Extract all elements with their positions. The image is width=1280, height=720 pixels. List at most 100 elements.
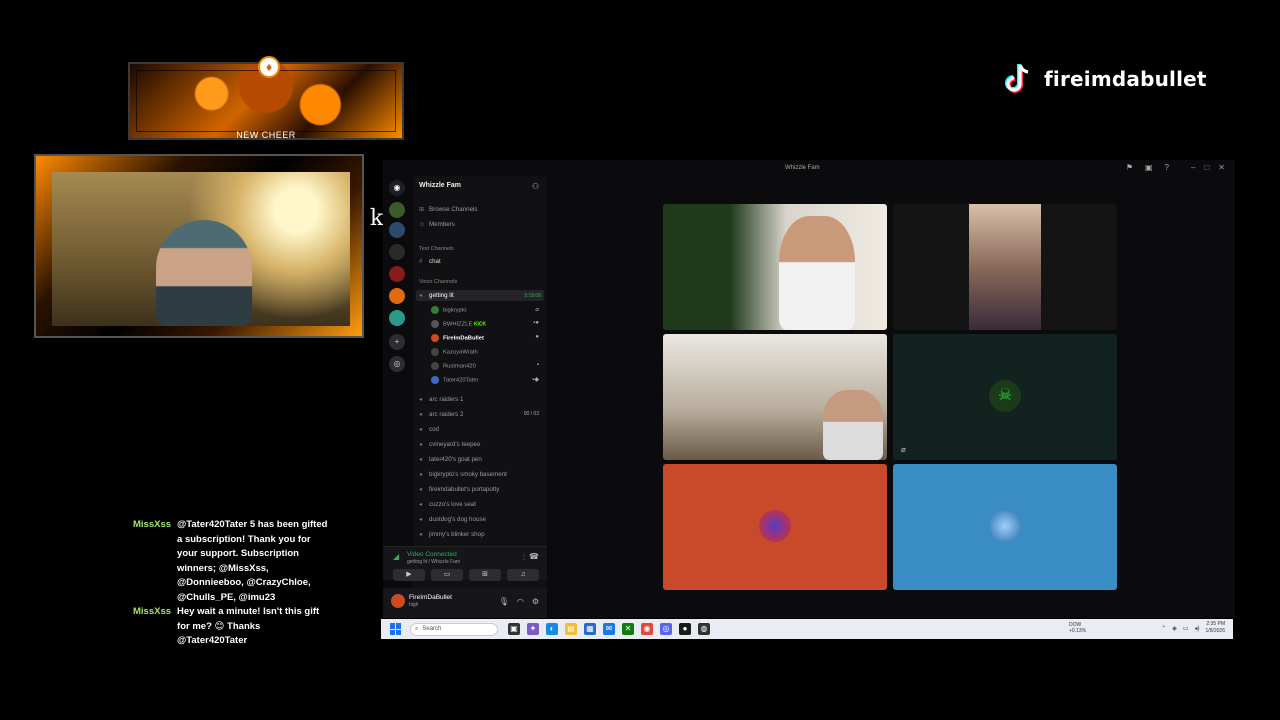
browse-channels[interactable]: ⊞ Browse Channels [419,206,478,213]
voice-channels-header[interactable]: Voice Channels [419,279,457,285]
streamer [156,220,252,326]
channel-name: fireimdabullet [1044,67,1207,91]
video-tile[interactable] [663,464,887,590]
noise-suppression-icon[interactable]: ⫶ [523,553,525,563]
browse-icon: ⊞ [419,206,425,213]
explore-icon[interactable]: ◎ [389,356,405,372]
voice-member[interactable]: Tater420Tater [431,376,478,384]
headset-icon[interactable]: ◠ [517,597,524,606]
search-input[interactable]: ⌕ Search [410,622,498,636]
voice-member[interactable]: Rustman420 [431,362,476,370]
server-icon[interactable] [389,266,405,282]
speaker-icon: ◂ [419,441,423,448]
speaker-icon: ◂ [419,292,423,299]
chevron-up-icon[interactable]: ⌃ [1161,625,1166,632]
text-channel[interactable]: # chat [419,258,441,265]
video-tile[interactable]: ☠ ⌀ [893,334,1117,460]
network-icon[interactable]: ◈ [1172,625,1177,632]
voice-channel[interactable]: ◂ cod [419,426,439,433]
microphone-icon[interactable]: 🎙︎ [499,597,509,606]
title-bar: Whizzle Fam ⚑ ▣ ? – □ ✕ [383,160,1235,176]
gear-icon[interactable]: ⚙ [532,597,539,606]
clock[interactable]: 2:35 PM 1/8/2026 [1206,621,1225,635]
add-server-icon[interactable]: + [389,334,405,350]
server-icon[interactable] [389,222,405,238]
server-icon[interactable] [389,310,405,326]
chat-username: MissXss [133,606,172,617]
chat-username: MissXss [133,519,172,530]
copilot-icon[interactable]: ✦ [527,623,539,635]
mute-icon: ⌀ [535,307,539,313]
voice-channel[interactable]: ◂ cuzzo's love seat [419,501,476,508]
video-tile[interactable] [893,204,1117,330]
taskbar: ⌕ Search ▣ ✦ ◐ ▤ ▦ ✉ ✕ ◉ ◎ ● ◍ DOW +0.13… [381,619,1233,639]
avatar [759,510,791,542]
server-icon[interactable] [389,288,405,304]
members-link[interactable]: ☺ Members [419,221,455,228]
store-icon[interactable]: ▦ [584,623,596,635]
video-tile[interactable] [663,334,887,460]
voice-member[interactable]: FireImDaBullet [431,334,484,342]
chrome-icon[interactable]: ◉ [641,623,653,635]
participant-video [969,204,1041,330]
username: FireImDaBullet [409,594,452,601]
maximize-button[interactable]: □ [1204,163,1209,172]
voice-channel[interactable]: ◂ cvineyard's teepee [419,441,480,448]
text-channels-header[interactable]: Text Channels [419,246,454,252]
voice-channel[interactable]: ◂ fireimdabullet's portapotty [419,486,499,493]
camera-icon: ▪ [536,362,539,368]
obs-icon[interactable]: ● [679,623,691,635]
voice-channel[interactable]: ◂ arc raiders 2 [419,411,463,418]
discord-icon[interactable]: ◎ [660,623,672,635]
voice-location[interactable]: getting lit / Whizzle Fam [407,559,460,565]
close-button[interactable]: ✕ [1218,163,1225,172]
voice-member[interactable]: bigkrypto [431,306,467,314]
voice-member[interactable]: KazuyaWrath [431,348,478,356]
soundboard-button[interactable]: ♫ [507,569,539,581]
signal-icon: ◢ [393,552,400,561]
voice-channel[interactable]: ◂ dustdog's dog house [419,516,486,523]
camera-button[interactable]: ▶ [393,569,425,581]
speaker-icon: ◂ [419,486,423,493]
file-explorer-icon[interactable]: ▤ [565,623,577,635]
voice-channel-active[interactable]: ◂ getting lit [419,292,454,299]
discord-home-icon[interactable]: ◉ [389,180,405,196]
guild-name[interactable]: Whizzle Fam [419,182,461,189]
avatar [431,320,439,328]
screen-share-button[interactable]: ▭ [431,569,463,581]
speaker-icon: ◂ [419,471,423,478]
edge-icon[interactable]: ◐ [546,623,558,635]
mail-icon[interactable]: ✉ [603,623,615,635]
activities-button[interactable]: ⊞ [469,569,501,581]
chat-text: Hey wait a minute! Isn't this gift for m… [177,606,320,646]
speaker-icon: ◂ [419,411,423,418]
search-icon: ⌕ [415,625,419,632]
task-view-icon[interactable]: ▣ [508,623,520,635]
help-icon[interactable]: ? [1165,163,1169,172]
video-tile[interactable] [893,464,1117,590]
voice-member[interactable]: BWHIZZLE KICK [431,320,486,328]
server-icon[interactable] [389,244,405,260]
camera-icon: ▪◆ [532,377,539,383]
video-tile[interactable] [663,204,887,330]
invite-icon[interactable]: ⚇ [532,182,539,191]
webcam-video [52,172,350,326]
volume-icon[interactable]: ◂) [1195,625,1200,632]
avatar [431,362,439,370]
xbox-icon[interactable]: ✕ [622,623,634,635]
voice-channel[interactable]: ◂ jimmy's blinker shop [419,531,485,538]
avatar[interactable] [391,594,405,608]
windows-start-icon[interactable] [390,623,402,635]
voice-channel[interactable]: ◂ arc raiders 1 [419,396,463,403]
inbox-icon[interactable]: ▣ [1145,163,1153,172]
flag-icon[interactable]: ⚑ [1126,163,1133,172]
disconnect-icon[interactable]: ☎ [529,552,539,561]
voice-channel[interactable]: ◂ bigkrypto's smoky basement [419,471,507,478]
stock-widget[interactable]: DOW +0.13% [1069,622,1086,634]
minimize-button[interactable]: – [1191,163,1195,172]
app-icon[interactable]: ◍ [698,623,710,635]
server-icon[interactable] [389,202,405,218]
battery-icon[interactable]: ▭ [1183,625,1189,632]
avatar [989,510,1021,542]
voice-channel[interactable]: ◂ tater420's goat pen [419,456,482,463]
